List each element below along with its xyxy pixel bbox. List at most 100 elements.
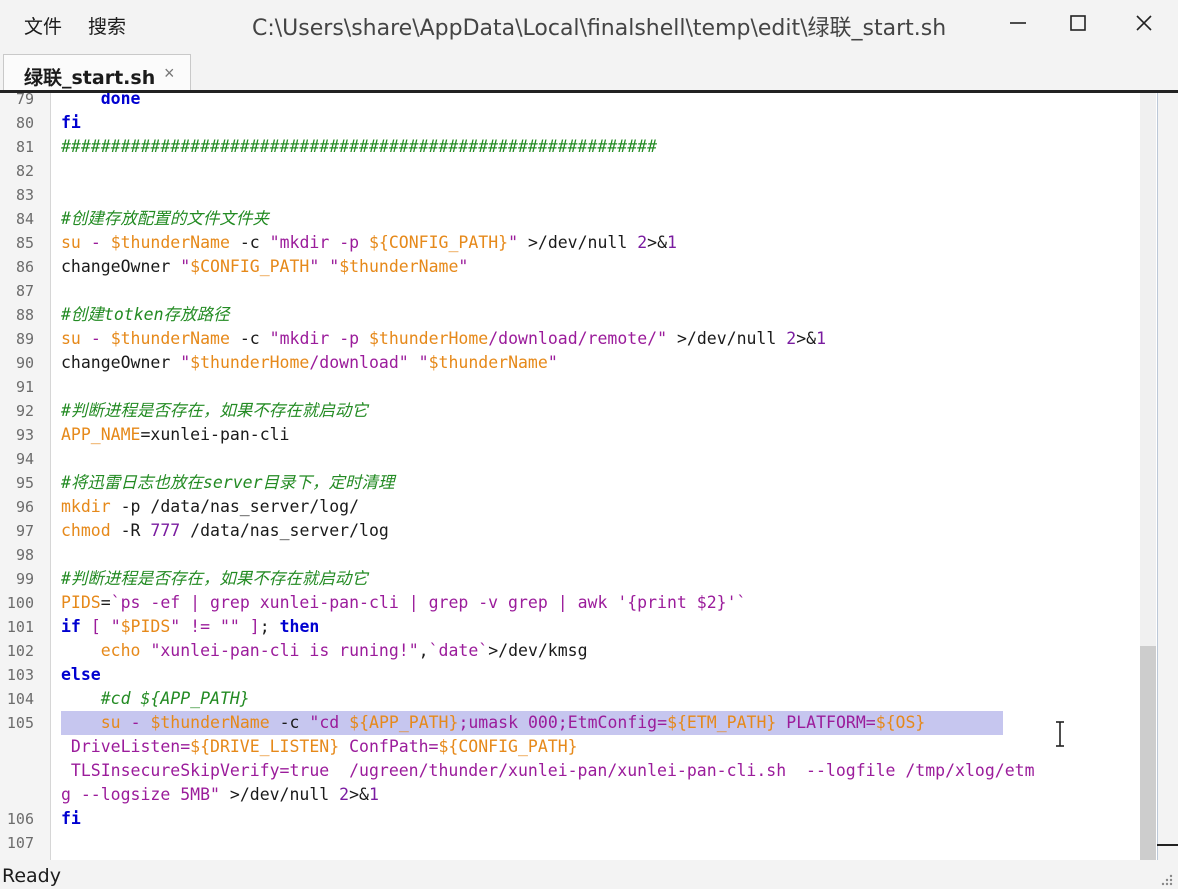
line-number: 103: [6, 666, 34, 684]
code-line: 100 PIDS=`ps -ef | grep xunlei-pan-cli | …: [0, 591, 1157, 615]
code-line: 97 chmod -R 777 /data/nas_server/log: [0, 519, 1157, 543]
line-number: 92: [15, 402, 34, 420]
line-number: 97: [15, 522, 34, 540]
line-text: #创建存放配置的文件文件夹: [61, 209, 269, 228]
line-text: fi: [61, 113, 81, 132]
code-area[interactable]: 79 done 80 fi 81 #########################…: [0, 93, 1157, 855]
line-text: #判断进程是否存在，如果不存在就启动它: [61, 401, 368, 420]
code-line: 91: [0, 375, 1157, 399]
maximize-icon: [1070, 15, 1086, 31]
code-line: 106 fi: [0, 807, 1157, 831]
line-number: 90: [15, 354, 34, 372]
vertical-scrollbar[interactable]: [1140, 93, 1156, 860]
code-line: 80 fi: [0, 111, 1157, 135]
code-line: 89 su - $thunderName -c "mkdir -p $thunde…: [0, 327, 1157, 351]
line-number: 81: [15, 138, 34, 156]
line-number: 99: [15, 570, 34, 588]
status-text: Ready: [2, 865, 61, 887]
code-line-wrap: TLSInsecureSkipVerify=true /ugreen/thund…: [0, 759, 1157, 783]
line-text: if [ "$PIDS" != "" ]; then: [61, 617, 320, 636]
maximize-button[interactable]: [1046, 0, 1110, 46]
line-text: su - $thunderName -c "mkdir -p ${CONFIG_…: [61, 233, 677, 252]
minimize-button[interactable]: [986, 0, 1050, 46]
minimize-icon: [1010, 22, 1026, 24]
code-line: 81 ######################################…: [0, 135, 1157, 159]
close-icon: [1136, 15, 1152, 31]
line-number: 89: [15, 330, 34, 348]
code-line: 88 #创建totken存放路径: [0, 303, 1157, 327]
line-text: g --logsize 5MB" >/dev/null 2>&1: [61, 785, 379, 804]
code-line: 103 else: [0, 663, 1157, 687]
menu-file[interactable]: 文件: [24, 12, 62, 39]
code-line: 96 mkdir -p /data/nas_server/log/: [0, 495, 1157, 519]
status-divider: [1157, 844, 1178, 846]
line-number: 88: [15, 306, 34, 324]
code-line: 84 #创建存放配置的文件文件夹: [0, 207, 1157, 231]
line-number: 82: [15, 162, 34, 180]
title-bar: 文件 搜索 C:\Users\share\AppData\Local\final…: [0, 0, 1178, 48]
close-window-button[interactable]: [1112, 0, 1176, 46]
line-number: 79: [15, 93, 34, 108]
line-number: 83: [15, 186, 34, 204]
line-text: changeOwner "$thunderHome/download" "$th…: [61, 353, 558, 372]
code-line: 95 #将迅雷日志也放在server目录下，定时清理: [0, 471, 1157, 495]
tab-start-sh[interactable]: 绿联_start.sh ×: [3, 54, 191, 92]
code-line: 79 done: [0, 93, 1157, 111]
line-text: fi: [61, 809, 81, 828]
line-number: 80: [15, 114, 34, 132]
code-line: 90 changeOwner "$thunderHome/download" "$…: [0, 351, 1157, 375]
tab-bar: 绿联_start.sh ×: [0, 48, 1178, 92]
line-number: 86: [15, 258, 34, 276]
line-text: #创建totken存放路径: [61, 305, 230, 324]
line-number: 107: [6, 834, 34, 852]
scrollbar-thumb[interactable]: [1140, 646, 1156, 860]
line-text: else: [61, 665, 101, 684]
line-number: 85: [15, 234, 34, 252]
line-number: 95: [15, 474, 34, 492]
code-line: 104 #cd ${APP_PATH}: [0, 687, 1157, 711]
line-number: 100: [6, 594, 34, 612]
line-text: su - $thunderName -c "mkdir -p $thunderH…: [61, 329, 826, 348]
code-line: 87: [0, 279, 1157, 303]
line-number: 96: [15, 498, 34, 516]
tab-label: 绿联_start.sh: [24, 67, 156, 89]
line-text: done: [100, 93, 141, 108]
code-line: 98: [0, 543, 1157, 567]
code-line-wrap: g --logsize 5MB" >/dev/null 2>&1: [0, 783, 1157, 807]
line-number: 87: [15, 282, 34, 300]
resize-grip-icon[interactable]: [1158, 871, 1174, 887]
line-number: 104: [6, 690, 34, 708]
tab-close-icon[interactable]: ×: [164, 63, 175, 84]
code-line: 101 if [ "$PIDS" != "" ]; then: [0, 615, 1157, 639]
code-line: 85 su - $thunderName -c "mkdir -p ${CONFI…: [0, 231, 1157, 255]
line-text: mkdir -p /data/nas_server/log/: [61, 497, 360, 516]
code-line: 82: [0, 159, 1157, 183]
line-text: #将迅雷日志也放在server目录下，定时清理: [61, 473, 395, 492]
code-line: 86 changeOwner "$CONFIG_PATH" "$thunderNa…: [0, 255, 1157, 279]
line-text: echo "xunlei-pan-cli is runing!",`date`>…: [100, 641, 588, 660]
line-text: ########################################…: [61, 137, 658, 156]
line-number: 93: [15, 426, 34, 444]
line-text: APP_NAME=xunlei-pan-cli: [61, 425, 290, 444]
code-line: 107: [0, 831, 1157, 855]
line-number: 106: [6, 810, 34, 828]
line-text: chmod -R 777 /data/nas_server/log: [61, 521, 389, 540]
code-line: 102 echo "xunlei-pan-cli is runing!",`da…: [0, 639, 1157, 663]
line-number: 94: [15, 450, 34, 468]
line-number: 84: [15, 210, 34, 228]
code-editor[interactable]: 79 done 80 fi 81 #########################…: [0, 93, 1158, 860]
line-text: PIDS=`ps -ef | grep xunlei-pan-cli | gre…: [61, 593, 747, 612]
code-line: 93 APP_NAME=xunlei-pan-cli: [0, 423, 1157, 447]
menu-search[interactable]: 搜索: [88, 12, 126, 39]
text-cursor-icon: [1056, 721, 1064, 747]
line-text: su - $thunderName -c "cd ${APP_PATH};uma…: [100, 713, 926, 732]
line-number: 98: [15, 546, 34, 564]
code-line-wrap: DriveListen=${DRIVE_LISTEN} ConfPath=${C…: [0, 735, 1157, 759]
line-text: changeOwner "$CONFIG_PATH" "$thunderName…: [61, 257, 469, 276]
status-bar: Ready: [0, 860, 1178, 889]
window-title: C:\Users\share\AppData\Local\finalshell\…: [252, 16, 947, 41]
code-line: 92 #判断进程是否存在，如果不存在就启动它: [0, 399, 1157, 423]
line-text: #判断进程是否存在，如果不存在就启动它: [61, 569, 368, 588]
line-number: 102: [6, 642, 34, 660]
line-number: 105: [6, 714, 34, 732]
